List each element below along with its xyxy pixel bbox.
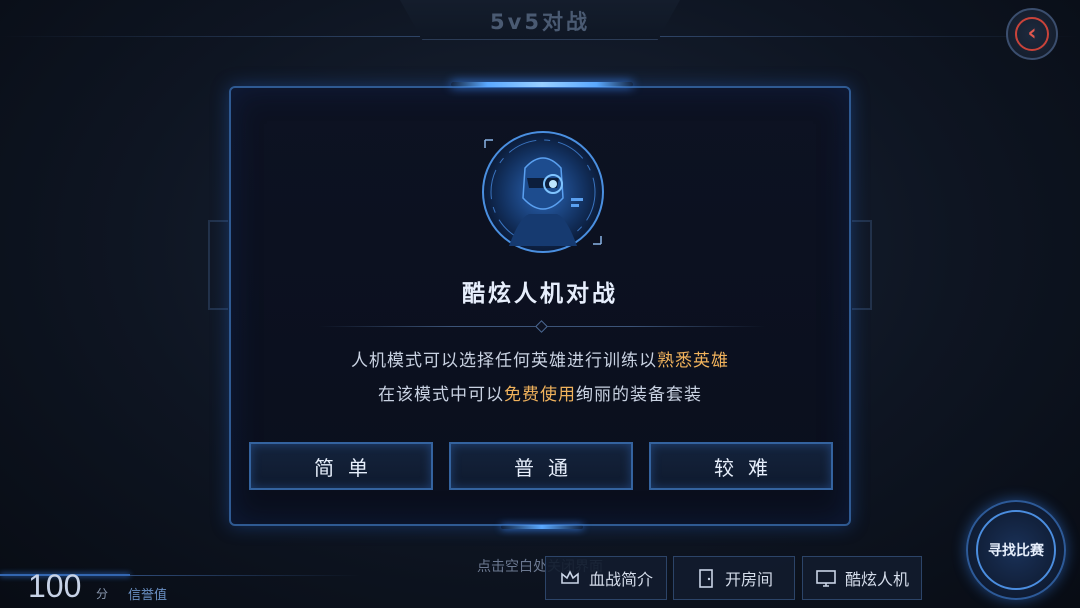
- tab-cool-bot[interactable]: 酷炫人机: [802, 556, 922, 600]
- credit-score: 100: [28, 568, 82, 604]
- page-title: 5v5对战: [490, 10, 590, 34]
- description-text: 人机模式可以选择任何英雄进行训练以: [351, 351, 657, 371]
- side-decoration-left: [208, 220, 228, 310]
- tab-bloodbattle-intro[interactable]: 血战简介: [545, 556, 667, 600]
- back-button[interactable]: ‹: [1006, 8, 1058, 60]
- difficulty-normal-button[interactable]: 普通: [449, 442, 633, 490]
- description-highlight: 熟悉英雄: [657, 351, 729, 371]
- difficulty-buttons: 简单 普通 较难: [249, 442, 833, 490]
- back-arrow-icon: ‹: [1015, 17, 1049, 51]
- credit-label: 信誉值: [128, 588, 168, 603]
- tab-label: 血战简介: [588, 570, 653, 589]
- description-line-1: 人机模式可以选择任何英雄进行训练以熟悉英雄: [231, 346, 849, 371]
- description-highlight: 免费使用: [504, 385, 576, 405]
- mode-dialog: 酷炫人机对战 人机模式可以选择任何英雄进行训练以熟悉英雄 在该模式中可以免费使用…: [229, 82, 851, 529]
- top-divider-left: [0, 36, 420, 37]
- score-unit: 分: [96, 587, 109, 601]
- dialog-glow-top: [451, 82, 633, 87]
- score-bar-line: [130, 575, 360, 576]
- dialog-glow-bottom: [501, 525, 583, 529]
- tab-label: 酷炫人机: [844, 570, 909, 589]
- tab-label: 开房间: [724, 570, 773, 589]
- tab-open-room[interactable]: 开房间: [673, 556, 795, 600]
- description-line-2: 在该模式中可以免费使用绚丽的装备套装: [231, 380, 849, 405]
- mode-title: 酷炫人机对战: [462, 281, 618, 307]
- find-match-button[interactable]: 寻找比赛: [966, 500, 1066, 600]
- divider-diamond: [535, 320, 548, 333]
- door-icon: [695, 567, 717, 589]
- description-text: 绚丽的装备套装: [576, 385, 702, 405]
- side-decoration-right: [852, 220, 872, 310]
- crown-icon: [559, 567, 581, 589]
- description-text: 在该模式中可以: [378, 385, 504, 405]
- robot-avatar-icon: [479, 128, 607, 256]
- find-match-label: 寻找比赛: [988, 543, 1044, 559]
- monitor-icon: [815, 567, 837, 589]
- difficulty-easy-button[interactable]: 简单: [249, 442, 433, 490]
- difficulty-hard-button[interactable]: 较难: [649, 442, 833, 490]
